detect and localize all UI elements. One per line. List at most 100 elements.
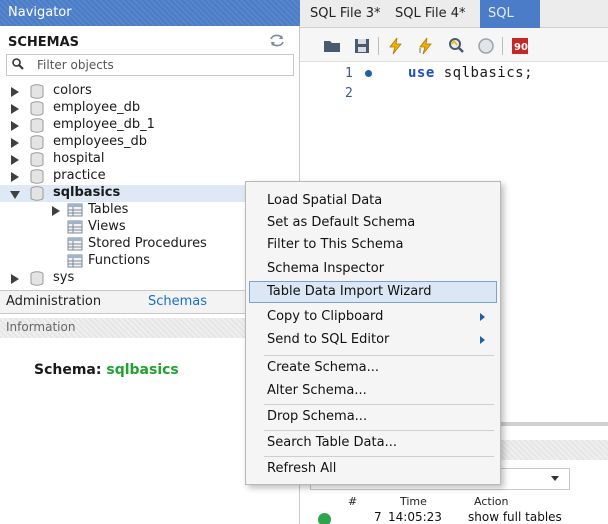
- line-number: 1: [345, 66, 353, 81]
- refresh-icon[interactable]: [268, 33, 286, 49]
- code-line-1[interactable]: use sqlbasics;: [408, 65, 533, 81]
- stop-icon[interactable]: [476, 36, 496, 56]
- tab-sql-active[interactable]: SQL: [480, 0, 540, 28]
- menu-item-filter-schema[interactable]: Filter to This Schema: [246, 234, 500, 256]
- procedure-icon: [67, 237, 83, 251]
- tree-label: Functions: [88, 253, 151, 268]
- menu-item-copy-to-clipboard[interactable]: Copy to Clipboard: [246, 306, 500, 328]
- code-keyword: use: [408, 65, 435, 81]
- menu-item-schema-inspector[interactable]: Schema Inspector: [246, 258, 500, 280]
- submenu-arrow-icon: [480, 313, 485, 321]
- menu-item-table-data-import-wizard[interactable]: Table Data Import Wizard: [249, 281, 497, 303]
- tree-label: Stored Procedures: [88, 236, 207, 251]
- tab-sql-file-3[interactable]: SQL File 3*: [310, 6, 381, 21]
- statement-marker-icon: [365, 70, 372, 77]
- menu-item-search-table-data[interactable]: Search Table Data...: [246, 432, 500, 454]
- menu-item-label: Alter Schema...: [267, 383, 367, 398]
- submenu-arrow-icon: [480, 336, 485, 344]
- col-header-num: #: [348, 495, 358, 508]
- menu-item-label: Set as Default Schema: [267, 215, 416, 230]
- col-header-action: Action: [474, 495, 509, 508]
- toolbar-separator: [378, 37, 379, 55]
- menu-item-refresh-all[interactable]: Refresh All: [246, 458, 500, 480]
- tab-administration[interactable]: Administration: [6, 294, 101, 309]
- navigator-header: Navigator: [0, 0, 300, 26]
- expand-arrow-icon[interactable]: [11, 274, 19, 284]
- expand-arrow-icon[interactable]: [11, 104, 19, 114]
- menu-item-set-default-schema[interactable]: Set as Default Schema: [246, 212, 500, 234]
- schema-label: sqlbasics: [53, 185, 121, 200]
- col-header-time: Time: [400, 495, 427, 508]
- menu-item-label: Send to SQL Editor: [267, 332, 390, 347]
- database-icon: [30, 186, 44, 201]
- menu-separator: [264, 355, 494, 356]
- expand-arrow-icon[interactable]: [11, 155, 19, 165]
- menu-item-label: Copy to Clipboard: [267, 309, 384, 324]
- menu-item-label: Load Spatial Data: [267, 193, 383, 208]
- menu-separator: [264, 430, 494, 431]
- menu-item-load-spatial-data[interactable]: Load Spatial Data: [246, 190, 500, 212]
- search-icon: [11, 57, 25, 71]
- view-icon: [67, 220, 83, 234]
- schema-label: hospital: [53, 151, 105, 166]
- output-row[interactable]: 7 14:05:23 show full tables: [300, 510, 608, 524]
- table-icon: [67, 203, 83, 217]
- menu-item-drop-schema[interactable]: Drop Schema...: [246, 406, 500, 428]
- expand-arrow-icon[interactable]: [11, 138, 19, 148]
- database-icon: [30, 118, 44, 133]
- expand-arrow-icon[interactable]: [52, 206, 60, 216]
- editor-tabs: SQL File 3* SQL File 4* SQL: [300, 0, 608, 28]
- schema-label: employee_db: [53, 100, 141, 115]
- expand-arrow-icon[interactable]: [11, 172, 19, 182]
- database-icon: [30, 135, 44, 150]
- database-icon: [30, 152, 44, 167]
- menu-item-label: Drop Schema...: [267, 409, 368, 424]
- open-folder-icon[interactable]: [322, 36, 342, 56]
- row-time: 14:05:23: [388, 510, 442, 524]
- schema-info: Schema: sqlbasics: [34, 362, 179, 378]
- output-columns: # Time Action: [300, 494, 608, 510]
- menu-item-label: Table Data Import Wizard: [267, 284, 432, 299]
- tree-label: Views: [88, 219, 126, 234]
- filter-box: [6, 54, 294, 76]
- schema-item-employee-db[interactable]: employee_db: [0, 100, 300, 117]
- tab-sql-file-4[interactable]: SQL File 4*: [395, 6, 466, 21]
- schema-info-label: Schema:: [34, 362, 102, 378]
- tree-label: Tables: [88, 202, 129, 217]
- row-action: show full tables: [468, 510, 562, 524]
- toggle-error-icon[interactable]: 90: [510, 36, 530, 56]
- schema-item-employees-db[interactable]: employees_db: [0, 134, 300, 151]
- menu-item-create-schema[interactable]: Create Schema...: [246, 357, 500, 379]
- expand-arrow-icon[interactable]: [11, 121, 19, 131]
- schema-label: sys: [53, 270, 75, 285]
- line-number: 2: [345, 86, 353, 101]
- schema-label: employee_db_1: [53, 117, 155, 132]
- database-icon: [30, 101, 44, 116]
- expand-arrow-icon[interactable]: [11, 87, 19, 97]
- execute-icon[interactable]: [386, 36, 406, 56]
- schema-item-hospital[interactable]: hospital: [0, 151, 300, 168]
- schema-item-employee-db-1[interactable]: employee_db_1: [0, 117, 300, 134]
- menu-item-send-to-sql-editor[interactable]: Send to SQL Editor: [246, 329, 500, 351]
- menu-item-label: Refresh All: [267, 461, 337, 476]
- schema-context-menu: Load Spatial Data Set as Default Schema …: [245, 181, 501, 485]
- row-num: 7: [374, 510, 382, 524]
- filter-input[interactable]: [37, 56, 287, 74]
- save-icon[interactable]: [352, 36, 372, 56]
- chevron-down-icon: [551, 476, 559, 481]
- svg-text:90: 90: [514, 42, 528, 53]
- menu-item-label: Create Schema...: [267, 360, 379, 375]
- function-icon: [67, 254, 83, 268]
- schema-info-value: sqlbasics: [106, 362, 179, 378]
- execute-current-icon[interactable]: I: [416, 36, 436, 56]
- menu-item-alter-schema[interactable]: Alter Schema...: [246, 380, 500, 402]
- toolbar-separator: [502, 37, 503, 55]
- database-icon: [30, 169, 44, 184]
- explain-icon[interactable]: [446, 36, 466, 56]
- database-icon: [30, 271, 44, 286]
- menu-separator: [264, 456, 494, 457]
- editor-toolbar: I 90: [300, 28, 608, 62]
- tab-schemas[interactable]: Schemas: [148, 294, 207, 309]
- collapse-arrow-icon[interactable]: [10, 191, 20, 199]
- schema-item-colors[interactable]: colors: [0, 83, 300, 100]
